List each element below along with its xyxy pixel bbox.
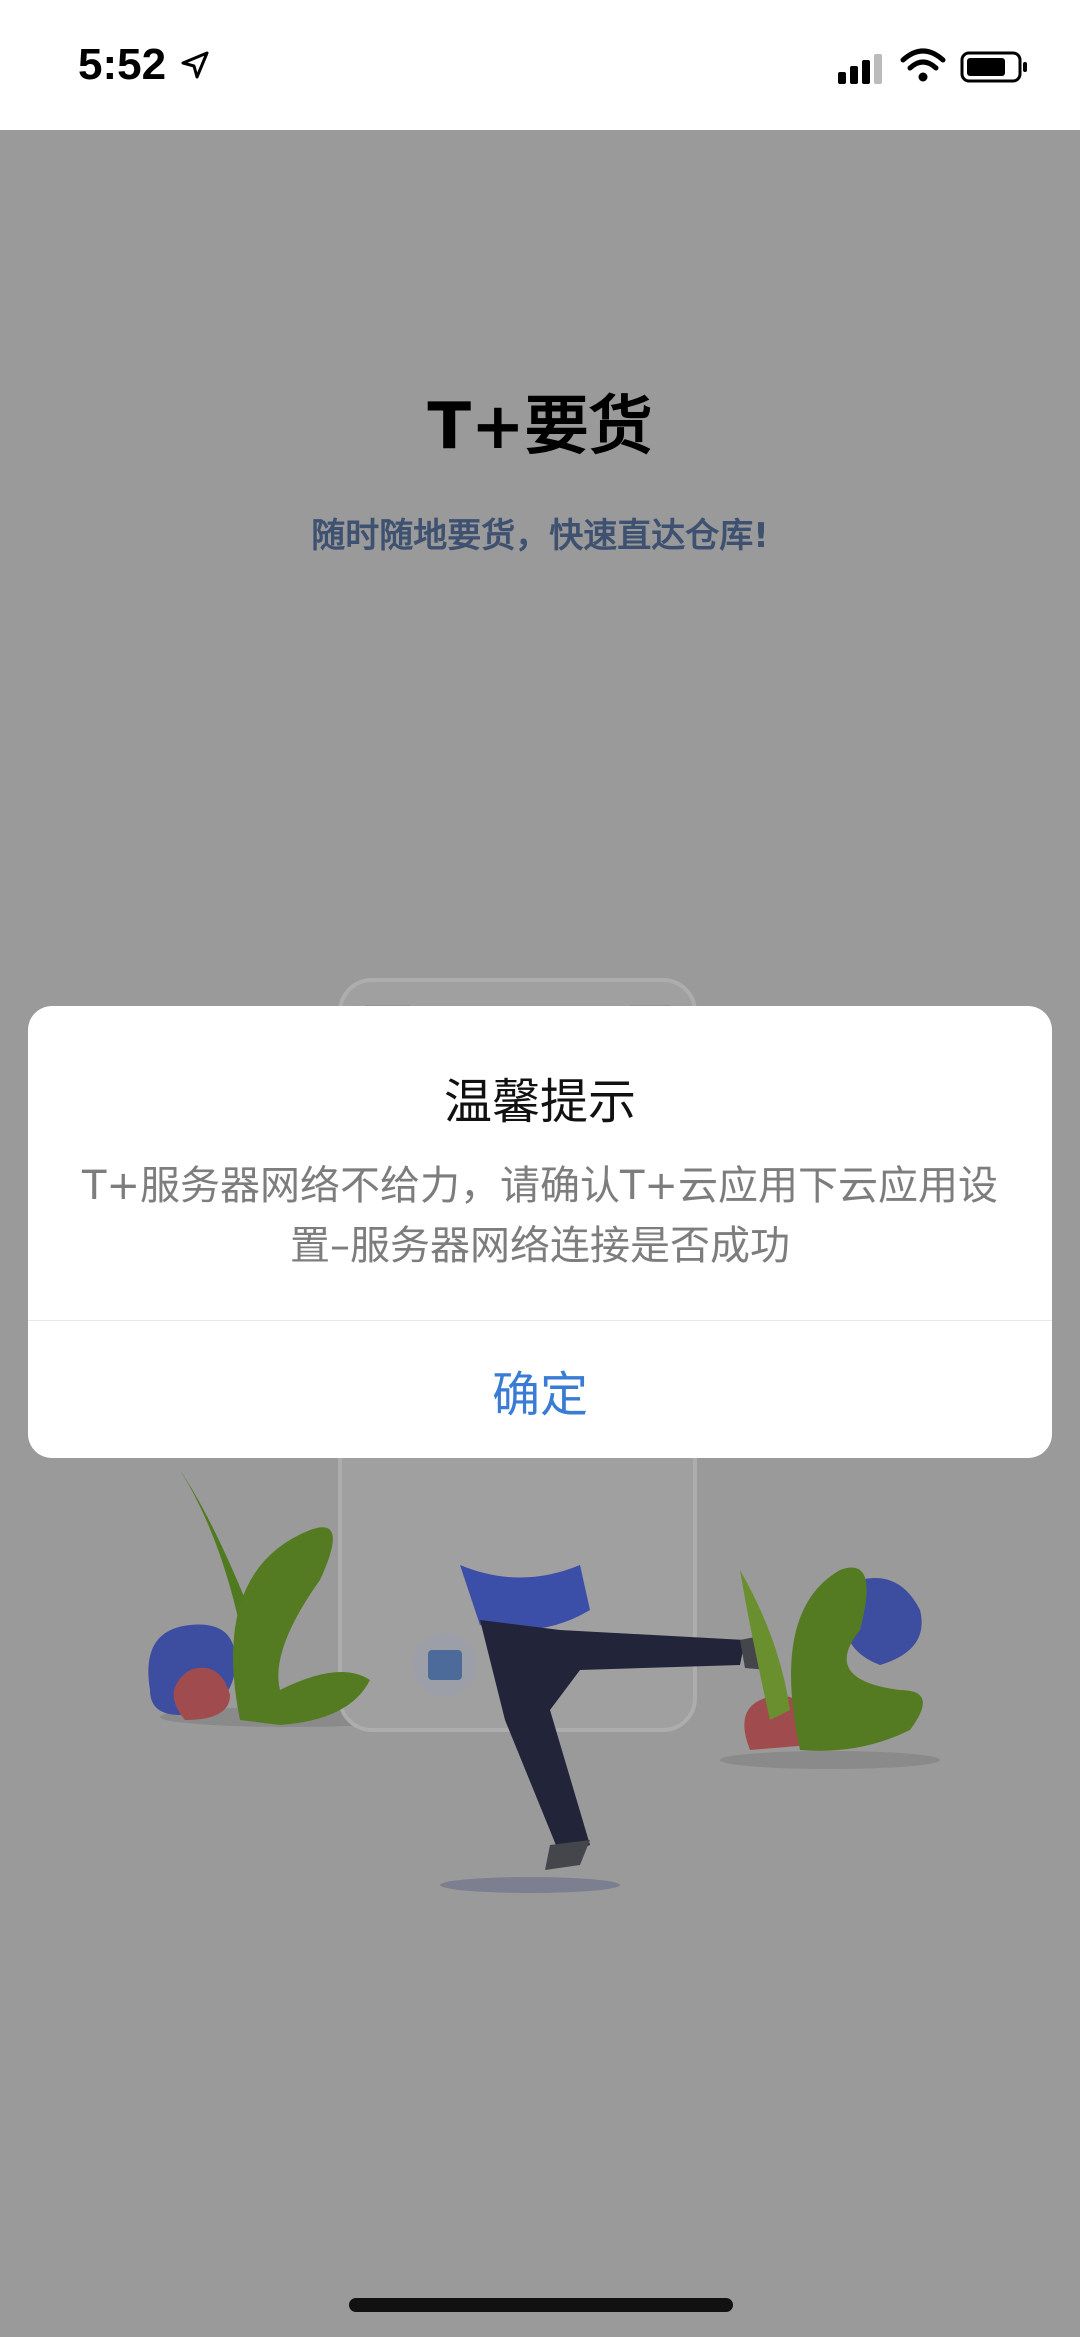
status-bar: 5:52 xyxy=(0,0,1080,130)
location-arrow-icon xyxy=(181,51,209,79)
wifi-icon xyxy=(900,48,946,82)
app-title: T+要货 xyxy=(427,390,653,464)
cellular-signal-icon xyxy=(838,54,882,84)
app-subtitle: 随时随地要货，快速直达仓库! xyxy=(311,516,769,556)
battery-icon xyxy=(960,51,1027,83)
status-time: 5:52 xyxy=(78,40,167,89)
alert-dialog: 温馨提示 T+服务器网络不给力，请确认T+云应用下云应用设置–服务器网络连接是否… xyxy=(28,1006,1052,1458)
home-indicator[interactable] xyxy=(349,2298,733,2312)
dialog-message: T+服务器网络不给力，请确认T+云应用下云应用设置–服务器网络连接是否成功 xyxy=(82,1163,998,1269)
confirm-button[interactable]: 确定 xyxy=(28,1321,1052,1458)
dialog-title: 温馨提示 xyxy=(443,1074,636,1130)
